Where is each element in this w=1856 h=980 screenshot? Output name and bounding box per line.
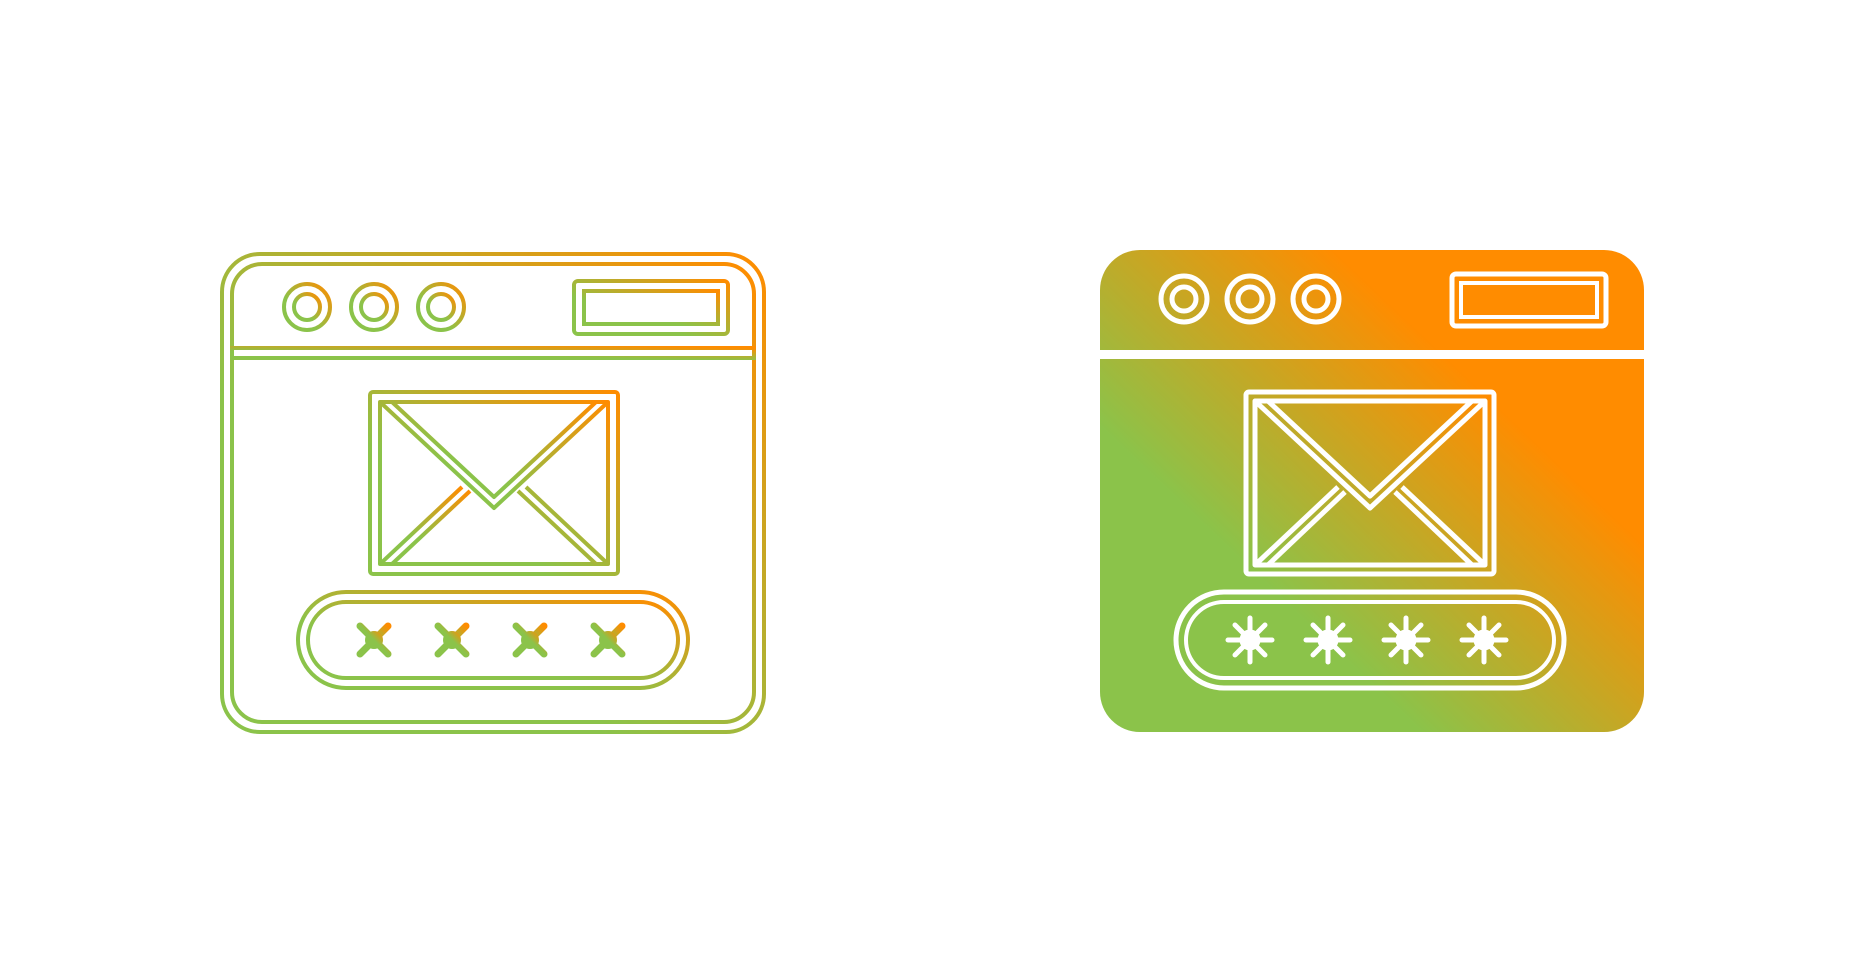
asterisk-icon (428, 616, 476, 664)
browser-header-divider (1100, 350, 1644, 359)
window-dot-icon (282, 282, 332, 332)
address-bar-inner (582, 289, 720, 326)
asterisk-icon (1381, 615, 1431, 665)
envelope-icon (368, 390, 620, 576)
asterisk-icon (506, 616, 554, 664)
icon-sheet (0, 0, 1856, 980)
asterisk-icon (1459, 615, 1509, 665)
browser-header-divider (230, 346, 756, 360)
email-password-login-glyph-icon (1100, 250, 1644, 732)
asterisk-icon (350, 616, 398, 664)
asterisk-icon (584, 616, 632, 664)
window-dot-icon (349, 282, 399, 332)
window-dot-icon (292, 292, 322, 322)
email-password-login-outline-icon (220, 252, 766, 734)
password-mask (350, 616, 632, 664)
address-bar (572, 279, 730, 336)
asterisk-icon (1225, 615, 1275, 665)
window-dot-icon (359, 292, 389, 322)
window-dot-icon (426, 292, 456, 322)
asterisk-icon (1303, 615, 1353, 665)
icon-canvas (220, 250, 1644, 734)
window-dot-icon (416, 282, 466, 332)
window-control-dots (282, 282, 466, 332)
